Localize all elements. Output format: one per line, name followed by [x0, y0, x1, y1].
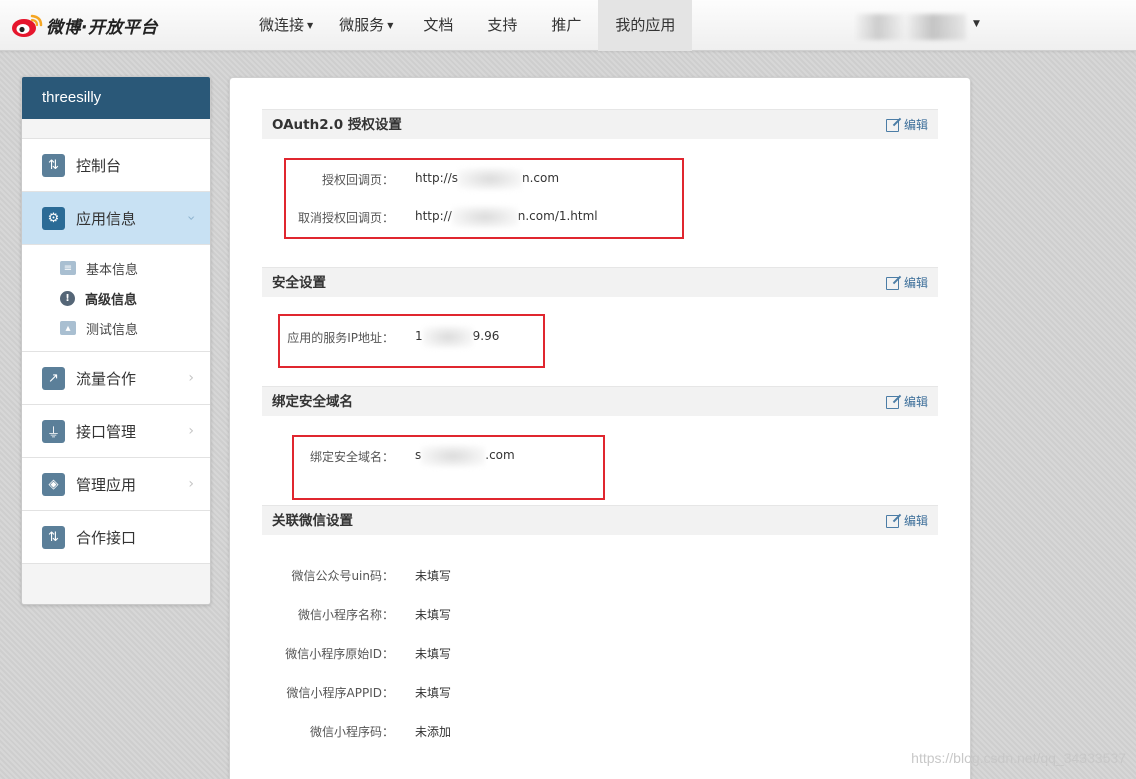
- sidebar-spacer: [22, 119, 210, 139]
- sidebar-subitem-label: 测试信息: [86, 322, 139, 338]
- sidebar: threesilly ⇅ 控制台 ⚙ 应用信息 › ≡ 基本信息 ! 高级信息 …: [21, 76, 211, 605]
- field-label: 微信公众号uin码：: [291, 569, 394, 583]
- user-menu-chevron-icon[interactable]: ▼: [973, 19, 980, 29]
- nav-item-support[interactable]: 支持: [470, 0, 534, 51]
- section-header-domain: 绑定安全域名 编辑: [262, 386, 938, 416]
- sidebar-subitem-label: 基本信息: [86, 262, 139, 278]
- nav-item-my-apps[interactable]: 我的应用: [598, 0, 693, 51]
- sidebar-submenu: ≡ 基本信息 ! 高级信息 ▴ 测试信息: [22, 245, 210, 352]
- edit-label: 编辑: [903, 118, 928, 132]
- field-row-wechat-uin: 微信公众号uin码： 未填写: [262, 567, 938, 587]
- nav-item-docs[interactable]: 文档: [406, 0, 470, 51]
- field-row-miniprogram-original-id: 微信小程序原始ID： 未填写: [262, 645, 938, 665]
- edit-wechat-button[interactable]: 编辑: [885, 506, 928, 536]
- id-card-icon: ≡: [60, 261, 76, 275]
- field-label: 微信小程序原始ID：: [285, 647, 394, 661]
- section-title: OAuth2.0 授权设置: [272, 117, 402, 133]
- sidebar-subitem-advanced-info[interactable]: ! 高级信息: [22, 283, 210, 313]
- field-value: 未填写: [415, 686, 452, 700]
- section-title: 绑定安全域名: [272, 394, 353, 410]
- edit-label: 编辑: [903, 514, 928, 528]
- image-icon: ▴: [60, 321, 76, 335]
- chevron-down-icon: ▼: [307, 21, 314, 30]
- layers-icon: ◈: [42, 472, 65, 496]
- nav-item-promotion[interactable]: 推广: [534, 0, 598, 51]
- highlight-box-oauth: [284, 158, 684, 239]
- section-header-wechat: 关联微信设置 编辑: [262, 505, 938, 535]
- watermark: https://blog.csdn.net/qq_34333537: [911, 750, 1126, 766]
- edit-icon: [885, 118, 899, 132]
- field-value: 未填写: [415, 608, 452, 622]
- field-label: 微信小程序码：: [309, 725, 394, 739]
- edit-label: 编辑: [903, 276, 928, 290]
- edit-icon: [885, 395, 899, 409]
- plug-icon: ⏚: [42, 419, 65, 443]
- sidebar-item-label: 应用信息: [76, 209, 137, 228]
- section-title: 关联微信设置: [272, 513, 353, 529]
- alert-icon: !: [60, 290, 75, 306]
- nav-label: 我的应用: [615, 16, 676, 34]
- sidebar-item-api-management[interactable]: ⏚ 接口管理 ›: [22, 405, 210, 458]
- chevron-right-icon: ›: [188, 370, 194, 386]
- sidebar-item-label: 合作接口: [76, 528, 137, 547]
- sidebar-item-label: 管理应用: [76, 475, 137, 494]
- edit-icon: [885, 514, 899, 528]
- main-nav: 微连接 ▼ 微服务 ▼ 文档 支持 推广 我的应用: [246, 0, 693, 51]
- nav-item-micro-connect[interactable]: 微连接 ▼: [246, 0, 326, 51]
- sidebar-item-app-info[interactable]: ⚙ 应用信息 ›: [22, 192, 210, 245]
- highlight-box-domain: [292, 435, 605, 500]
- highlight-box-security: [278, 314, 545, 368]
- section-header-security: 安全设置 编辑: [262, 267, 938, 297]
- gear-icon: ⚙: [42, 206, 65, 230]
- chevron-right-icon: ›: [188, 423, 194, 439]
- sidebar-item-label: 控制台: [76, 156, 122, 175]
- chevron-down-icon: ▼: [387, 21, 394, 30]
- sidebar-item-dashboard[interactable]: ⇅ 控制台: [22, 139, 210, 192]
- edit-domain-button[interactable]: 编辑: [885, 387, 928, 417]
- user-account-redacted[interactable]: [856, 14, 966, 40]
- chart-icon: ↗: [42, 366, 65, 390]
- sidebar-subitem-label: 高级信息: [85, 292, 138, 308]
- weibo-eye-icon: [12, 14, 43, 37]
- section-title: 安全设置: [272, 275, 326, 291]
- main-panel: OAuth2.0 授权设置 编辑 授权回调页： http://s n.com 取消…: [229, 77, 971, 779]
- sliders-icon: ⇅: [42, 525, 65, 549]
- nav-label: 文档: [423, 16, 454, 34]
- edit-oauth-button[interactable]: 编辑: [885, 110, 928, 140]
- sidebar-item-label: 流量合作: [76, 369, 137, 388]
- dashboard-icon: ⇅: [42, 153, 65, 177]
- chevron-right-icon: ›: [188, 476, 194, 492]
- field-row-miniprogram-appid: 微信小程序APPID： 未填写: [262, 684, 938, 704]
- nav-label: 微服务: [339, 16, 385, 34]
- field-value: 未填写: [415, 647, 452, 661]
- sidebar-item-partner-api[interactable]: ⇅ 合作接口: [22, 511, 210, 564]
- field-label: 微信小程序APPID：: [286, 686, 394, 700]
- field-row-miniprogram-name: 微信小程序名称： 未填写: [262, 606, 938, 626]
- nav-item-micro-service[interactable]: 微服务 ▼: [326, 0, 406, 51]
- app-name: threesilly: [22, 77, 210, 119]
- brand-name: 微博·开放平台: [46, 17, 158, 38]
- chevron-down-icon: ›: [183, 215, 200, 221]
- sidebar-subitem-test-info[interactable]: ▴ 测试信息: [22, 313, 210, 343]
- nav-label: 推广: [551, 16, 582, 34]
- field-row-miniprogram-code: 微信小程序码： 未添加: [262, 723, 938, 743]
- nav-label: 支持: [487, 16, 518, 34]
- sidebar-item-traffic-cooperation[interactable]: ↗ 流量合作 ›: [22, 352, 210, 405]
- edit-label: 编辑: [903, 395, 928, 409]
- nav-label: 微连接: [259, 16, 305, 34]
- field-value: 未填写: [415, 569, 452, 583]
- top-navbar: 微博·开放平台 微连接 ▼ 微服务 ▼ 文档 支持 推广 我的应用 ▼: [0, 0, 1136, 51]
- edit-security-button[interactable]: 编辑: [885, 268, 928, 298]
- edit-icon: [885, 276, 899, 290]
- field-label: 微信小程序名称：: [297, 608, 394, 622]
- sidebar-item-manage-apps[interactable]: ◈ 管理应用 ›: [22, 458, 210, 511]
- sidebar-item-label: 接口管理: [76, 422, 137, 441]
- section-header-oauth: OAuth2.0 授权设置 编辑: [262, 109, 938, 139]
- sidebar-subitem-basic-info[interactable]: ≡ 基本信息: [22, 253, 210, 283]
- field-value: 未添加: [415, 725, 452, 739]
- weibo-logo[interactable]: 微博·开放平台: [10, 11, 158, 39]
